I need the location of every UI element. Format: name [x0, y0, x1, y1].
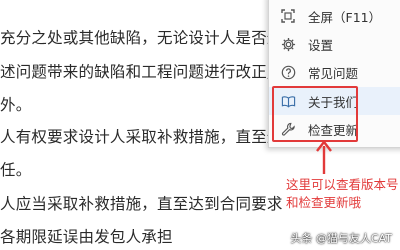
document-text-line: 人应当采取补救措施，直至达到合同要求: [0, 195, 283, 213]
document-text-line: 各期限延误由发包人承担: [0, 228, 173, 246]
annotation-line: 和检查更新哦: [286, 195, 362, 210]
menu-item-label: 常见问题: [308, 65, 359, 81]
document-text-line: 述问题带来的缺陷和工程问题进行改正,: [0, 63, 273, 81]
menu-item-label: 全屏（F11）: [308, 9, 382, 25]
document-text-line: 人有权要求设计人采取补救措施，直至达: [0, 128, 283, 146]
up-arrow-annotation: [316, 140, 332, 174]
fullscreen-icon: [280, 8, 296, 24]
document-text-line: 外。: [0, 96, 32, 114]
menu-item-label: 设置: [308, 37, 334, 53]
menu-item-faq[interactable]: 常见问题: [269, 58, 400, 86]
question-icon: [280, 64, 296, 80]
annotation-line: 这里可以查看版本号: [286, 177, 399, 192]
gear-icon: [280, 36, 296, 52]
highlight-box: [272, 86, 358, 142]
menu-item-fullscreen[interactable]: 全屏（F11）: [269, 2, 400, 30]
document-text-line: 充分之处或其他缺陷，无论设计人是否通: [0, 29, 283, 47]
watermark: 头条 @猫与友人CAT: [290, 232, 392, 245]
menu-item-settings[interactable]: 设置: [269, 30, 400, 58]
document-text-line: 任。: [0, 161, 32, 179]
annotation-note: 这里可以查看版本号 和检查更新哦: [286, 176, 400, 212]
